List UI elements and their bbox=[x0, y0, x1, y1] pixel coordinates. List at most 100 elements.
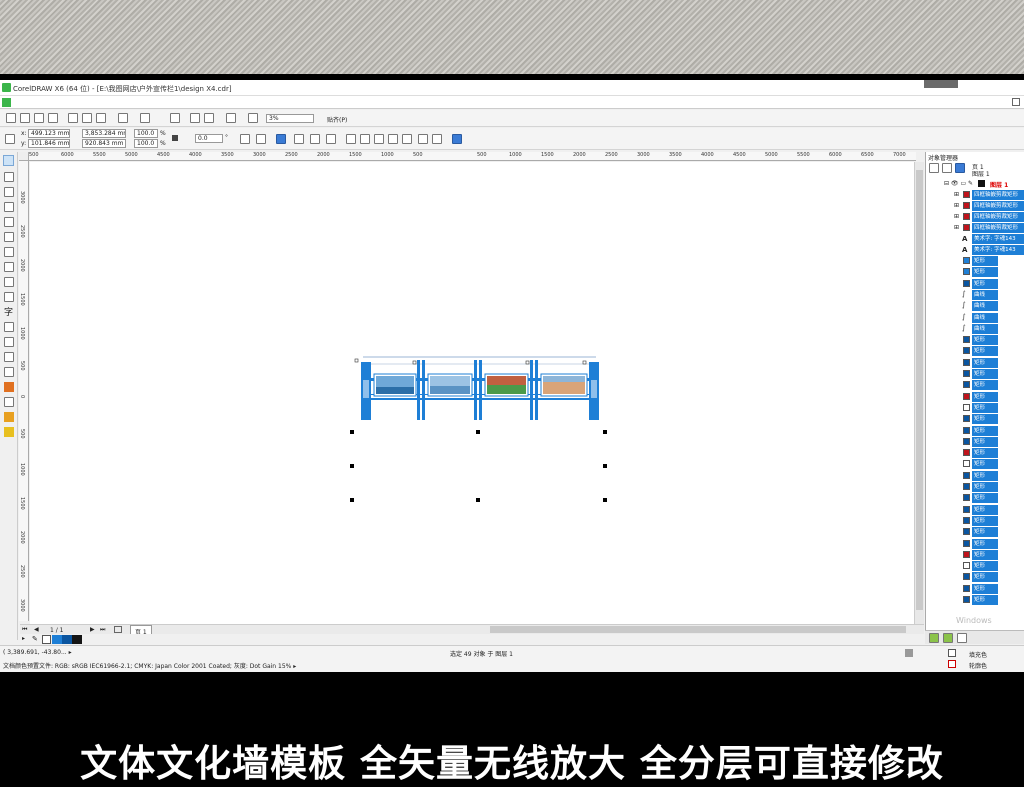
scale-height-field[interactable]: 100.0 bbox=[134, 139, 158, 148]
copy-icon[interactable] bbox=[82, 113, 92, 123]
swatch-accent[interactable] bbox=[52, 635, 62, 644]
front-minus-back-icon[interactable] bbox=[402, 134, 412, 144]
weld-icon[interactable] bbox=[346, 134, 356, 144]
smart-fill-icon[interactable] bbox=[4, 232, 14, 242]
eyedropper-palette-icon[interactable]: ✎ bbox=[32, 635, 40, 643]
eyedropper-icon[interactable] bbox=[4, 397, 14, 407]
scale-width-field[interactable]: 100.0 bbox=[134, 129, 158, 138]
ungroup-all-icon[interactable] bbox=[310, 134, 320, 144]
expand-group-icon[interactable]: ⊞ bbox=[954, 213, 959, 220]
object-group-item[interactable]: 四框轴嵌剪裁矩形 bbox=[972, 190, 1024, 200]
active-layer-label[interactable]: 图层 1 bbox=[990, 180, 1008, 189]
ungroup-icon[interactable] bbox=[294, 134, 304, 144]
object-item[interactable]: 矩形 bbox=[972, 572, 998, 583]
drawing-canvas[interactable] bbox=[30, 162, 914, 624]
layer-visibility-icon[interactable]: ⊟ 👁 ▭ ✎ bbox=[944, 180, 973, 187]
layer-manager-view-icon[interactable] bbox=[942, 163, 952, 173]
expand-group-icon[interactable]: ⊞ bbox=[954, 191, 959, 198]
layer-node[interactable]: 图层 1 bbox=[972, 169, 990, 178]
object-item[interactable]: 矩形 bbox=[972, 448, 998, 459]
dimension-tool-icon[interactable] bbox=[4, 337, 14, 347]
vertical-scroll-thumb[interactable] bbox=[916, 170, 923, 610]
vertical-scrollbar[interactable] bbox=[914, 162, 924, 624]
object-item[interactable]: 矩形 bbox=[972, 267, 998, 278]
shape-tool-icon[interactable] bbox=[4, 172, 14, 182]
object-item[interactable]: 矩形 bbox=[972, 504, 998, 515]
group-icon[interactable] bbox=[276, 134, 286, 144]
mirror-vertical-icon[interactable] bbox=[256, 134, 266, 144]
table-tool-icon[interactable] bbox=[4, 322, 14, 332]
export-icon[interactable] bbox=[204, 113, 214, 123]
expand-group-icon[interactable]: ⊞ bbox=[954, 202, 959, 209]
intersect-icon[interactable] bbox=[374, 134, 384, 144]
outline-pen-icon[interactable] bbox=[4, 412, 14, 422]
object-item[interactable]: 矩形 bbox=[972, 595, 998, 605]
minimize-button[interactable] bbox=[924, 80, 958, 88]
selection-handle-l[interactable] bbox=[350, 464, 354, 468]
delete-icon[interactable] bbox=[957, 633, 967, 643]
object-item[interactable]: 矩形 bbox=[972, 470, 998, 481]
object-item[interactable]: 矩形 bbox=[972, 369, 998, 379]
object-text-item[interactable]: 美术字: 字魂143 bbox=[972, 245, 1024, 255]
object-item[interactable]: 矩形 bbox=[972, 425, 998, 436]
horizontal-scroll-thumb[interactable] bbox=[490, 626, 906, 633]
object-origin-icon[interactable] bbox=[5, 134, 15, 144]
object-item[interactable]: 矩形 bbox=[972, 459, 998, 470]
y-position-field[interactable]: 101.846 mm bbox=[28, 139, 70, 148]
simplify-icon[interactable] bbox=[388, 134, 398, 144]
basic-shapes-icon[interactable] bbox=[4, 292, 14, 302]
selection-handle-tr[interactable] bbox=[603, 430, 607, 434]
object-group-item[interactable]: 四框轴嵌剪裁矩形 bbox=[972, 223, 1024, 233]
object-item[interactable]: 矩形 bbox=[972, 346, 998, 357]
width-field[interactable]: 3,853.284 mm bbox=[82, 129, 126, 138]
swatch-black[interactable] bbox=[72, 635, 82, 644]
freehand-tool-icon[interactable] bbox=[4, 217, 14, 227]
search-content-icon[interactable] bbox=[170, 113, 180, 123]
object-item[interactable]: 矩形 bbox=[972, 515, 998, 526]
layer-options-icon[interactable] bbox=[929, 163, 939, 173]
polygon-tool-icon[interactable] bbox=[4, 277, 14, 287]
welcome-screen-icon[interactable] bbox=[248, 113, 258, 123]
object-item[interactable]: 曲线 bbox=[972, 301, 998, 312]
object-item[interactable]: 矩形 bbox=[972, 527, 998, 538]
no-color-swatch[interactable] bbox=[42, 635, 51, 644]
object-item[interactable]: 矩形 bbox=[972, 436, 998, 447]
import-icon[interactable] bbox=[190, 113, 200, 123]
height-field[interactable]: 920.843 mm bbox=[82, 139, 126, 148]
object-item[interactable]: 矩形 bbox=[972, 391, 998, 402]
object-item[interactable]: 矩形 bbox=[972, 256, 998, 266]
selection-handle-r[interactable] bbox=[603, 464, 607, 468]
align-distribute-icon[interactable] bbox=[452, 134, 462, 144]
application-launcher-icon[interactable] bbox=[226, 113, 236, 123]
new-document-icon[interactable] bbox=[6, 113, 16, 123]
mirror-horizontal-icon[interactable] bbox=[240, 134, 250, 144]
object-item[interactable]: 曲线 bbox=[972, 323, 998, 334]
selection-handle-bl[interactable] bbox=[350, 498, 354, 502]
transparency-tool-icon[interactable] bbox=[4, 382, 14, 392]
rotation-angle-field[interactable]: 0.0 bbox=[195, 134, 223, 143]
object-item[interactable]: 矩形 bbox=[972, 278, 998, 289]
selection-handle-tl[interactable] bbox=[350, 430, 354, 434]
text-tool-icon[interactable]: 字 bbox=[4, 305, 13, 318]
add-page-icon[interactable] bbox=[114, 626, 122, 633]
trim-icon[interactable] bbox=[360, 134, 370, 144]
create-boundary-icon[interactable] bbox=[432, 134, 442, 144]
new-layer-icon[interactable] bbox=[929, 633, 939, 643]
restore-icon[interactable] bbox=[1012, 98, 1020, 106]
cut-icon[interactable] bbox=[68, 113, 78, 123]
object-item[interactable]: 矩形 bbox=[972, 357, 998, 368]
object-item[interactable]: 矩形 bbox=[972, 549, 998, 560]
object-item[interactable]: 矩形 bbox=[972, 414, 998, 425]
object-item[interactable]: 矩形 bbox=[972, 583, 998, 594]
object-item[interactable]: 矩形 bbox=[972, 402, 998, 413]
fill-tool-icon[interactable] bbox=[4, 427, 14, 437]
paste-icon[interactable] bbox=[96, 113, 106, 123]
open-icon[interactable] bbox=[20, 113, 30, 123]
color-profile-info[interactable]: 文档颜色预置文件: RGB: sRGB IEC61966-2.1; CMYK: … bbox=[3, 661, 296, 670]
crop-tool-icon[interactable] bbox=[4, 187, 14, 197]
zoom-tool-icon[interactable] bbox=[4, 202, 14, 212]
expand-group-icon[interactable]: ⊞ bbox=[954, 224, 959, 231]
palette-menu-icon[interactable]: ▸ bbox=[22, 635, 25, 642]
object-item[interactable]: 矩形 bbox=[972, 335, 998, 346]
object-item[interactable]: 矩形 bbox=[972, 538, 998, 549]
